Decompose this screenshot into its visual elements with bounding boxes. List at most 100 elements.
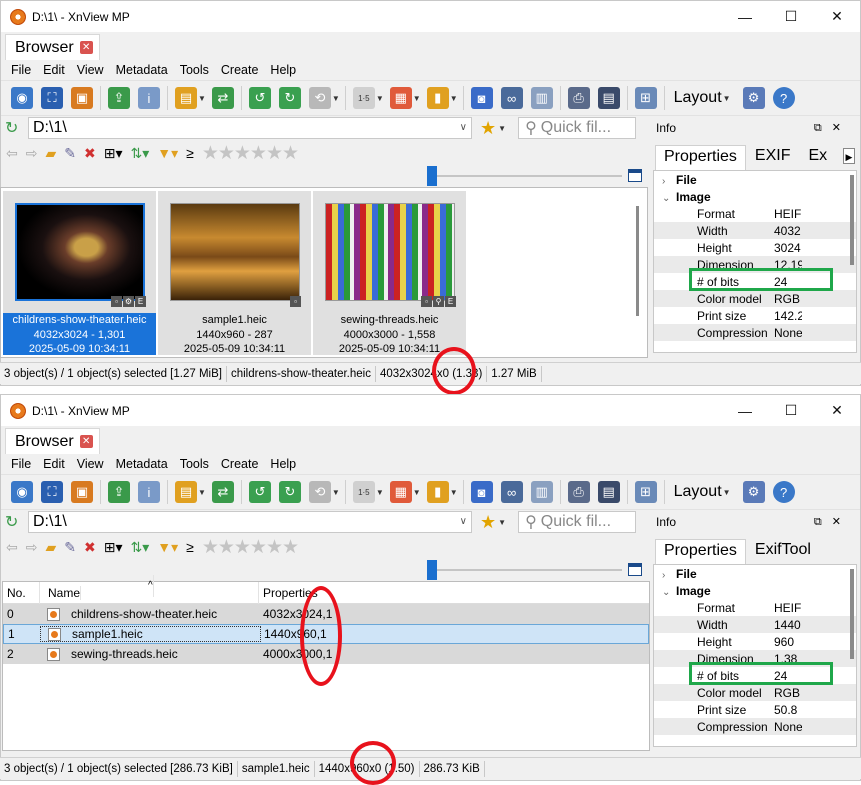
settings-gear-icon[interactable]: ⚙ [742, 481, 765, 503]
forward-icon[interactable]: ⇨ [26, 145, 38, 162]
forward-icon[interactable]: ⇨ [26, 539, 38, 556]
thumbnail-item[interactable]: ▫ sample1.heic 1440x960 - 287 2025-05-09… [158, 191, 311, 355]
export-icon[interactable]: ⇪ [108, 481, 130, 503]
help-icon[interactable]: ? [772, 481, 795, 503]
address-bar[interactable]: D:\1\ ∨ [28, 511, 472, 533]
binoculars-icon[interactable]: ∞ [500, 87, 523, 109]
help-icon[interactable]: ? [772, 87, 795, 109]
rating-stars[interactable]: ★★★★★★ [202, 142, 299, 165]
tab-scroll-right-icon[interactable]: ▶ [843, 148, 855, 164]
maximize-button[interactable]: ☐ [768, 395, 814, 426]
rotate-left-icon[interactable]: ↺ [248, 87, 271, 109]
close-button[interactable]: ✕ [814, 395, 860, 426]
menu-metadata[interactable]: Metadata [110, 457, 174, 471]
tab-exif[interactable]: EXIF [746, 144, 800, 170]
sort-icon[interactable]: ⇅▾ [130, 145, 149, 162]
quick-filter-input[interactable]: ⚲ Quick fil... [518, 511, 637, 533]
batch-icon[interactable]: 1·5 [352, 481, 375, 503]
maximize-pane-icon[interactable] [628, 169, 642, 182]
tag-color-icon[interactable]: ▦ [389, 87, 412, 109]
tab-browser[interactable]: Browser ✕ [5, 428, 100, 454]
slider-handle[interactable] [427, 560, 437, 580]
binoculars-icon[interactable]: ∞ [500, 481, 523, 503]
panel-controls[interactable]: ⧉✕ [814, 121, 851, 135]
thumbnail-size-slider[interactable] [0, 165, 648, 187]
rotate-right-icon[interactable]: ↻ [278, 87, 301, 109]
refresh-icon[interactable]: ↻ [5, 512, 18, 532]
refresh-icon[interactable]: ↻ [5, 118, 18, 138]
transform-icon[interactable]: ⟲ [308, 87, 331, 109]
properties-icon[interactable]: i [138, 87, 160, 109]
thumbnail-item[interactable]: ▫ ⚙ E childrens-show-theater.heic 4032x302… [3, 191, 156, 355]
properties-scrollbar[interactable] [850, 569, 854, 659]
close-tab-icon[interactable]: ✕ [79, 435, 93, 448]
favorites-star-icon[interactable]: ★ [480, 118, 496, 139]
menu-create[interactable]: Create [215, 63, 265, 77]
minimize-button[interactable]: — [722, 395, 768, 426]
new-folder-icon[interactable]: ▰ [45, 145, 56, 162]
column-name[interactable]: Name ^ [40, 574, 259, 604]
scan-icon[interactable]: ▤ [597, 481, 620, 503]
view-icon[interactable]: ◉ [11, 87, 33, 109]
rename-icon[interactable]: ✎ [64, 145, 76, 162]
menu-edit[interactable]: Edit [37, 63, 71, 77]
label-icon[interactable]: ▮ [426, 87, 449, 109]
minimize-button[interactable]: — [722, 1, 768, 32]
capture-icon[interactable]: ◙ [470, 481, 493, 503]
layout-menu[interactable]: Layout [674, 483, 722, 501]
menu-view[interactable]: View [71, 63, 110, 77]
back-icon[interactable]: ⇦ [6, 145, 18, 162]
transform-icon[interactable]: ⟲ [308, 481, 331, 503]
menu-help[interactable]: Help [264, 457, 302, 471]
rotate-left-icon[interactable]: ↺ [248, 481, 271, 503]
delete-icon[interactable]: ✖ [84, 145, 96, 162]
column-no[interactable]: No. [3, 581, 40, 604]
rotate-right-icon[interactable]: ↻ [278, 481, 301, 503]
fullscreen-icon[interactable]: ⛶ [41, 87, 63, 109]
close-tab-icon[interactable]: ✕ [79, 41, 93, 54]
close-button[interactable]: ✕ [814, 1, 860, 32]
slideshow-icon[interactable]: ▣ [71, 481, 93, 503]
batch-icon[interactable]: 1·5 [352, 87, 375, 109]
tab-properties[interactable]: Properties [655, 145, 746, 170]
tab-properties[interactable]: Properties [655, 539, 746, 564]
export-icon[interactable]: ⇪ [108, 87, 130, 109]
vertical-scrollbar[interactable] [636, 206, 639, 316]
move-icon[interactable]: ⇄ [211, 481, 234, 503]
tree-icon[interactable]: ⊞ [634, 87, 657, 109]
chevron-down-icon[interactable]: ∨ [460, 122, 467, 133]
fullscreen-icon[interactable]: ⛶ [41, 481, 63, 503]
compare-icon[interactable]: ▥ [530, 87, 553, 109]
view-icon[interactable]: ◉ [11, 481, 33, 503]
chevron-down-icon[interactable]: ∨ [460, 516, 467, 527]
delete-icon[interactable]: ✖ [84, 539, 96, 556]
tab-exiftool[interactable]: Ex [799, 144, 836, 170]
favorites-star-icon[interactable]: ★ [480, 512, 496, 533]
sort-icon[interactable]: ⇅▾ [130, 539, 149, 556]
menu-create[interactable]: Create [215, 457, 265, 471]
tab-browser[interactable]: Browser ✕ [5, 34, 100, 60]
thumbnail-item[interactable]: ▫ ⚲ E sewing-threads.heic 4000x3000 - 1,55… [313, 191, 466, 355]
menu-metadata[interactable]: Metadata [110, 63, 174, 77]
back-icon[interactable]: ⇦ [6, 539, 18, 556]
maximize-button[interactable]: ☐ [768, 1, 814, 32]
tree-icon[interactable]: ⊞ [634, 481, 657, 503]
address-bar[interactable]: D:\1\ ∨ [28, 117, 472, 139]
quick-filter-input[interactable]: ⚲ Quick fil... [518, 117, 637, 139]
filter-icon[interactable]: ▼▾ [157, 145, 178, 162]
rating-stars[interactable]: ★★★★★★ [202, 536, 299, 559]
menu-file[interactable]: File [5, 63, 37, 77]
compare-icon[interactable]: ▥ [530, 481, 553, 503]
menu-tools[interactable]: Tools [174, 63, 215, 77]
properties-scrollbar[interactable] [850, 175, 854, 265]
view-mode-icon[interactable]: ⊞▾ [104, 145, 123, 162]
folder-icon[interactable]: ▤ [175, 87, 197, 109]
rating-condition[interactable]: ≥ [186, 539, 194, 555]
scan-icon[interactable]: ▤ [597, 87, 620, 109]
view-mode-icon[interactable]: ⊞▾ [104, 539, 123, 556]
print-icon[interactable]: ⎙ [567, 481, 590, 503]
tag-color-icon[interactable]: ▦ [389, 481, 412, 503]
panel-controls[interactable]: ⧉✕ [814, 515, 851, 529]
properties-icon[interactable]: i [138, 481, 160, 503]
settings-gear-icon[interactable]: ⚙ [742, 87, 765, 109]
